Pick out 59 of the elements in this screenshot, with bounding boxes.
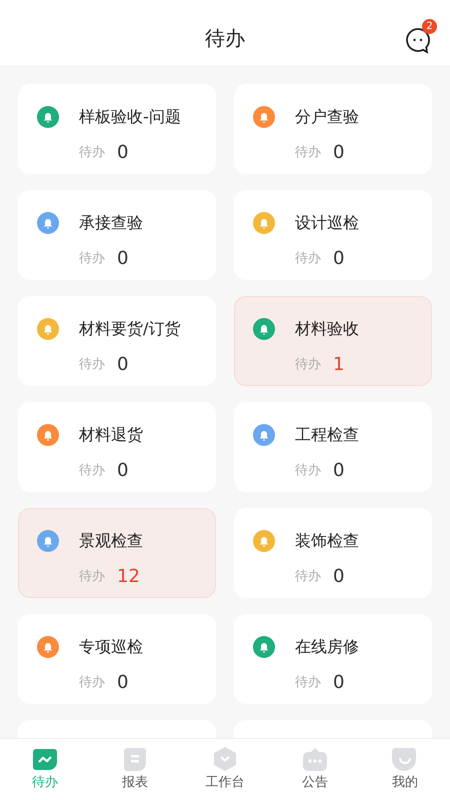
pending-count: 0 (117, 353, 128, 377)
pending-label: 待办 (79, 250, 105, 268)
card-title: 景观检查 (79, 530, 143, 552)
pending-count: 0 (333, 565, 344, 589)
pending-label: 待办 (295, 144, 321, 162)
profile-icon (392, 746, 418, 771)
card-title: 设计巡检 (295, 212, 359, 234)
tab-item[interactable]: 工作台 (180, 739, 270, 800)
task-card[interactable]: 设计巡检 待办 0 (234, 190, 432, 280)
task-card[interactable]: 工程检查 待办 0 (234, 402, 432, 492)
pending-count: 0 (117, 671, 128, 695)
pending-count: 0 (117, 247, 128, 271)
pending-count: 1 (333, 353, 344, 377)
card-title: 工程检查 (295, 424, 359, 446)
pending-label: 待办 (79, 462, 105, 480)
card-title: 材料要货/订货 (79, 318, 180, 340)
page-title: 待办 (205, 25, 245, 52)
pending-count: 0 (117, 459, 128, 483)
card-title: 承接查验 (79, 212, 143, 234)
card-title: 样板验收-问题 (79, 106, 181, 128)
tab-item[interactable]: 我的 (360, 739, 450, 800)
task-card[interactable]: 材料要货/订货 待办 0 (18, 296, 216, 386)
task-card[interactable]: 专项巡检 待办 0 (18, 614, 216, 704)
tab-item[interactable]: 公告 (270, 739, 360, 800)
chart-icon (32, 746, 58, 771)
report-icon (122, 746, 148, 771)
pending-label: 待办 (79, 674, 105, 692)
pending-count: 0 (333, 247, 344, 271)
task-card[interactable]: 材料验收 待办 1 (234, 296, 432, 386)
pending-label: 待办 (295, 356, 321, 374)
task-card[interactable]: 在线房修 待办 0 (234, 614, 432, 704)
pending-count: 0 (333, 141, 344, 165)
pending-count: 12 (117, 565, 140, 589)
card-title: 在线房修 (295, 636, 359, 658)
pending-label: 待办 (295, 674, 321, 692)
card-title: 材料验收 (295, 318, 359, 340)
hexagon-icon (212, 746, 238, 771)
pending-label: 待办 (79, 356, 105, 374)
pending-label: 待办 (295, 462, 321, 480)
task-card[interactable]: 样板验收-问题 待办 0 (18, 84, 216, 174)
pending-label: 待办 (295, 568, 321, 586)
pending-count: 0 (117, 141, 128, 165)
pending-count: 0 (333, 459, 344, 483)
task-card[interactable]: 承接查验 待办 0 (18, 190, 216, 280)
tab-item[interactable]: 报表 (90, 739, 180, 800)
pending-label: 待办 (79, 144, 105, 162)
pending-label: 待办 (295, 250, 321, 268)
task-card[interactable]: 装饰检查 待办 0 (234, 508, 432, 598)
task-card[interactable]: 景观检查 待办 12 (18, 508, 216, 598)
pending-label: 待办 (79, 568, 105, 586)
card-title: 装饰检查 (295, 530, 359, 552)
card-title: 材料退货 (79, 424, 143, 446)
task-card[interactable]: 分户查验 待办 0 (234, 84, 432, 174)
task-card[interactable]: 材料退货 待办 0 (18, 402, 216, 492)
notice-icon (302, 746, 328, 771)
notification-badge: 2 (422, 19, 437, 34)
card-title: 分户查验 (295, 106, 359, 128)
pending-count: 0 (333, 671, 344, 695)
card-title: 专项巡检 (79, 636, 143, 658)
